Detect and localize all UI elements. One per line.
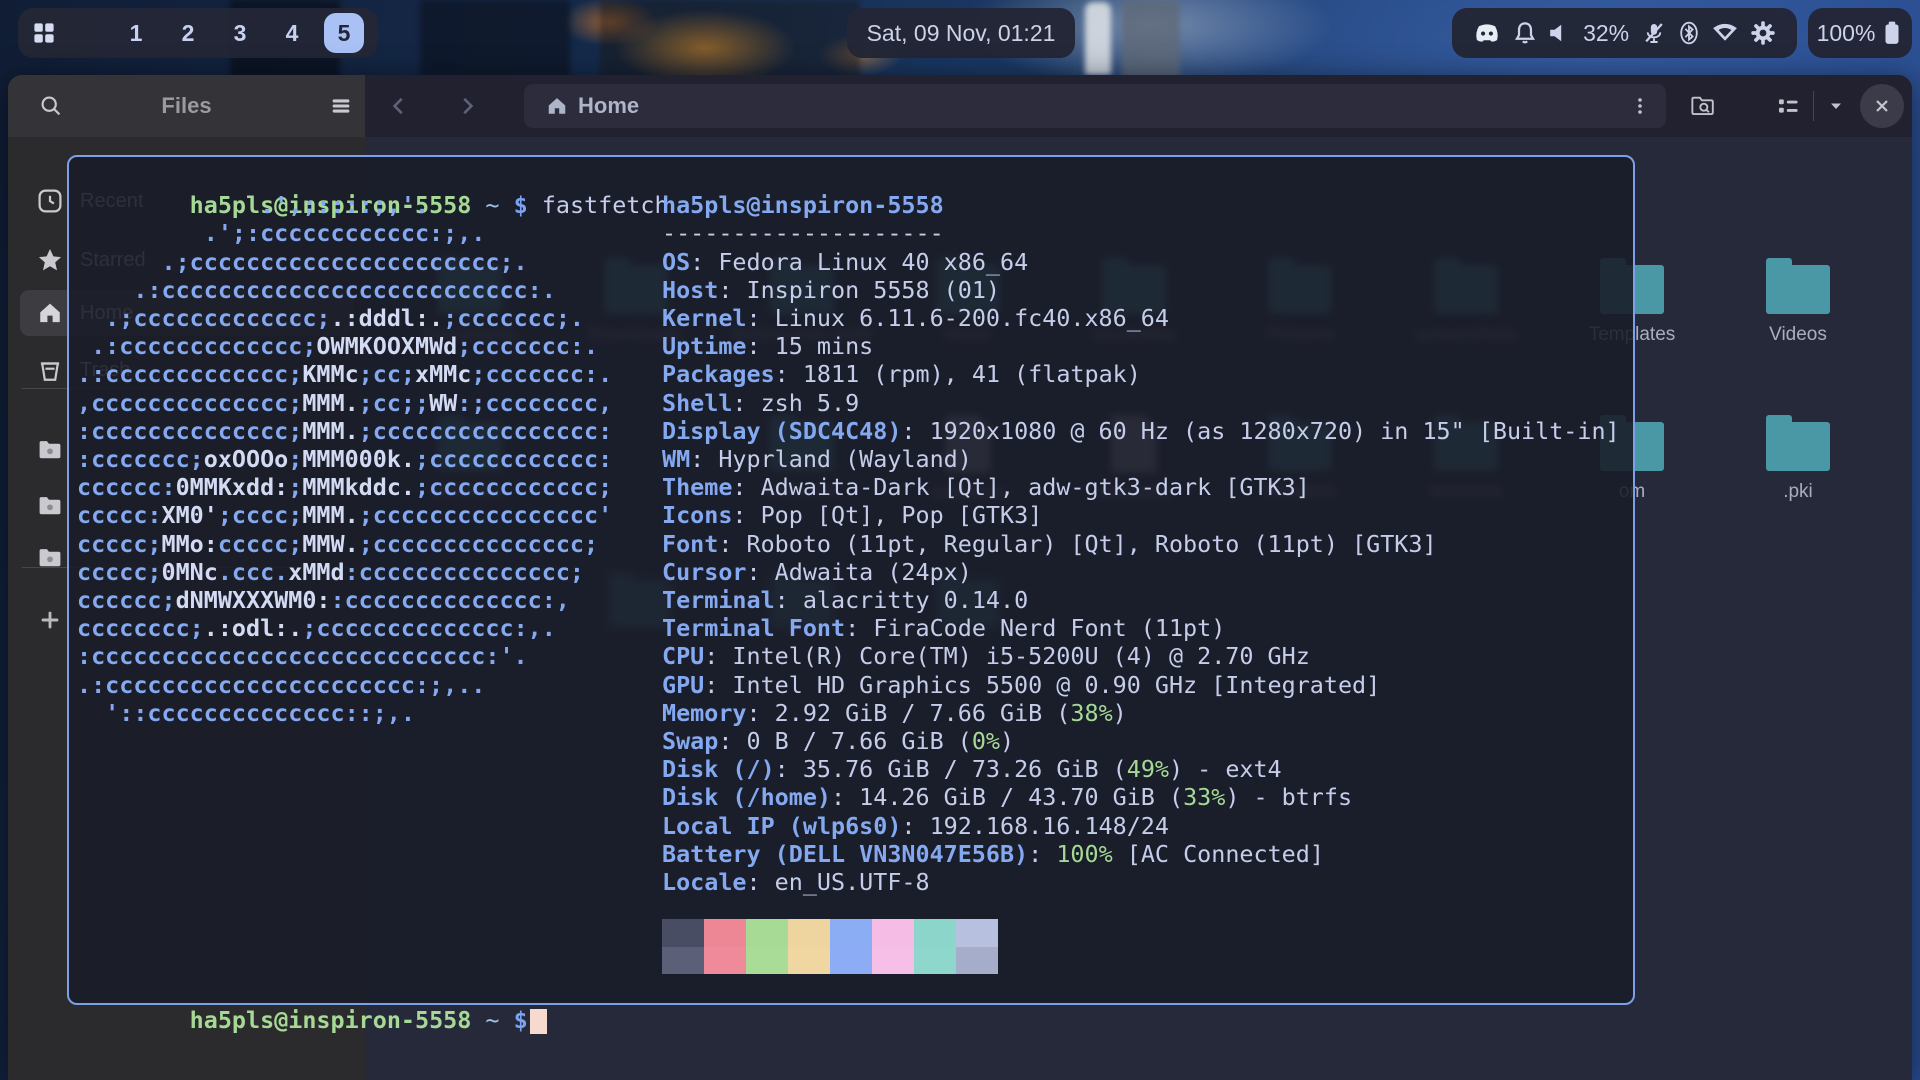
fetch-line: ha5pls@inspiron-5558 xyxy=(662,191,1620,219)
fetch-line: Terminal: alacritty 0.14.0 xyxy=(662,586,1620,614)
prompt-symbol: $ xyxy=(514,1006,528,1034)
fetch-line: Host: Inspiron 5558 (01) xyxy=(662,276,1620,304)
fetch-line: Uptime: 15 mins xyxy=(662,332,1620,360)
terminal-cursor xyxy=(530,1009,547,1034)
workspace-1[interactable]: 1 xyxy=(116,13,156,53)
search-folder-icon[interactable] xyxy=(1680,75,1726,137)
palette-swatch xyxy=(956,947,998,975)
microphone-muted-icon[interactable] xyxy=(1642,21,1666,45)
wifi-icon[interactable] xyxy=(1711,19,1739,47)
topbar-battery-pill[interactable]: 100% xyxy=(1808,8,1912,58)
wallpaper-structure xyxy=(600,0,860,78)
fetch-line: Disk (/home): 14.26 GiB / 43.70 GiB (33%… xyxy=(662,783,1620,811)
fetch-line: Theme: Adwaita-Dark [Qt], adw-gtk3-dark … xyxy=(662,473,1620,501)
fetch-line: Locale: en_US.UTF-8 xyxy=(662,868,1620,896)
palette-swatch xyxy=(788,919,830,947)
palette-swatch xyxy=(662,919,704,947)
palette-swatch xyxy=(872,947,914,975)
palette-swatch xyxy=(956,919,998,947)
window-close-button[interactable] xyxy=(1860,84,1904,128)
wallpaper-tower-silhouette xyxy=(420,0,570,78)
fetch-line: Shell: zsh 5.9 xyxy=(662,389,1620,417)
topbar-clock-pill[interactable]: Sat, 09 Nov, 01:21 xyxy=(847,8,1075,58)
app-launcher-icon[interactable] xyxy=(32,21,56,45)
palette-swatch xyxy=(746,947,788,975)
path-bar[interactable]: Home xyxy=(524,84,1666,128)
notification-bell-icon[interactable] xyxy=(1512,20,1538,46)
volume-icon[interactable] xyxy=(1548,22,1570,44)
files-sidebar-header: Files xyxy=(8,75,365,137)
view-list-icon[interactable] xyxy=(1766,75,1810,137)
palette-swatch xyxy=(662,947,704,975)
volume-label: 32% xyxy=(1583,20,1629,47)
topbar-workspaces-pill: 12345 xyxy=(18,8,378,58)
nav-forward-icon[interactable] xyxy=(444,75,490,137)
bluetooth-icon[interactable] xyxy=(1677,21,1701,45)
palette-swatch xyxy=(914,947,956,975)
hamburger-menu-icon[interactable] xyxy=(318,75,364,137)
files-window-title: Files xyxy=(8,93,365,119)
fetch-line: CPU: Intel(R) Core(TM) i5-5200U (4) @ 2.… xyxy=(662,642,1620,670)
view-toggle-divider xyxy=(1813,91,1814,121)
workspace-4[interactable]: 4 xyxy=(272,13,312,53)
palette-swatch xyxy=(746,919,788,947)
clock-label: Sat, 09 Nov, 01:21 xyxy=(867,20,1056,47)
workspace-5[interactable]: 5 xyxy=(324,13,364,53)
fetch-line: Memory: 2.92 GiB / 7.66 GiB (38%) xyxy=(662,699,1620,727)
desktop: 12345 Sat, 09 Nov, 01:21 32% 100% xyxy=(0,0,1920,1080)
prompt-user-host: ha5pls@inspiron-5558 xyxy=(190,1006,472,1034)
folder-item-.pki[interactable]: .pki xyxy=(1728,415,1868,503)
fetch-line: Display (SDC4C48): 1920x1080 @ 60 Hz (as… xyxy=(662,417,1620,445)
settings-gear-icon[interactable] xyxy=(1750,20,1776,46)
wallpaper-rocket xyxy=(1085,2,1111,75)
palette-swatch xyxy=(830,919,872,947)
prompt-path: ~ xyxy=(485,1006,499,1034)
fetch-line: Swap: 0 B / 7.66 GiB (0%) xyxy=(662,727,1620,755)
workspaces: 12345 xyxy=(116,13,364,53)
fetch-line: Icons: Pop [Qt], Pop [GTK3] xyxy=(662,501,1620,529)
palette-swatch xyxy=(914,919,956,947)
path-location-label: Home xyxy=(578,93,639,119)
file-item-label: Videos xyxy=(1769,324,1827,346)
terminal-prompt-line-2: ha5pls@inspiron-5558 ~ $ xyxy=(77,978,547,1063)
workspace-3[interactable]: 3 xyxy=(220,13,260,53)
palette-swatch xyxy=(872,919,914,947)
workspace-2[interactable]: 2 xyxy=(168,13,208,53)
fetch-line: WM: Hyprland (Wayland) xyxy=(662,445,1620,473)
home-icon xyxy=(546,95,568,117)
palette-swatch xyxy=(830,947,872,975)
kebab-menu-icon[interactable] xyxy=(1630,96,1650,116)
fetch-line: Disk (/): 35.76 GiB / 73.26 GiB (49%) - … xyxy=(662,755,1620,783)
fetch-line: Packages: 1811 (rpm), 41 (flatpak) xyxy=(662,360,1620,388)
folder-icon xyxy=(1766,258,1830,314)
palette-swatch xyxy=(704,947,746,975)
nav-back-icon[interactable] xyxy=(376,75,422,137)
palette-swatch xyxy=(704,919,746,947)
fetch-line: Terminal Font: FiraCode Nerd Font (11pt) xyxy=(662,614,1620,642)
folder-icon xyxy=(1766,415,1830,471)
folder-item-Videos[interactable]: Videos xyxy=(1728,258,1868,346)
fetch-line: GPU: Intel HD Graphics 5500 @ 0.90 GHz [… xyxy=(662,671,1620,699)
fastfetch-info: ha5pls@inspiron-5558--------------------… xyxy=(662,191,1620,896)
topbar-tray-pill: 32% xyxy=(1452,8,1797,58)
file-item-label: .pki xyxy=(1783,481,1813,503)
view-dropdown-chevron-icon[interactable] xyxy=(1816,75,1856,137)
terminal-color-palette xyxy=(662,919,998,974)
fetch-line: Font: Roboto (11pt, Regular) [Qt], Robot… xyxy=(662,530,1620,558)
fetch-line: Kernel: Linux 6.11.6-200.fc40.x86_64 xyxy=(662,304,1620,332)
wallpaper-launch-tower xyxy=(1122,0,1180,78)
battery-label: 100% xyxy=(1817,20,1876,47)
fedora-ascii-logo: .',;::::;,'. .';:cccccccccccc:;,. .;cccc… xyxy=(77,191,612,727)
battery-icon xyxy=(1881,20,1903,46)
fetch-line: Local IP (wlp6s0): 192.168.16.148/24 xyxy=(662,812,1620,840)
discord-icon[interactable] xyxy=(1473,19,1501,47)
fetch-line: -------------------- xyxy=(662,219,1620,247)
palette-swatch xyxy=(788,947,830,975)
terminal-window[interactable]: ha5pls@inspiron-5558 ~ $ fastfetch .',;:… xyxy=(67,155,1635,1005)
fetch-line: OS: Fedora Linux 40 x86_64 xyxy=(662,248,1620,276)
fetch-line: Cursor: Adwaita (24px) xyxy=(662,558,1620,586)
fetch-line: Battery (DELL VN3N047E56B): 100% [AC Con… xyxy=(662,840,1620,868)
